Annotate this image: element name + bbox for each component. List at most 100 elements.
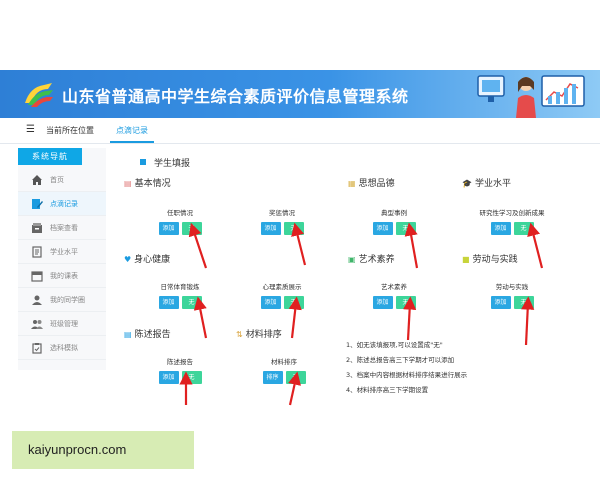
system-title: 山东省普通高中学生综合素质评价信息管理系统 — [62, 87, 409, 106]
field-label: 心理素质展示 — [262, 283, 302, 291]
none-button[interactable]: 无 — [181, 222, 202, 235]
sidebar-item-label: 首页 — [50, 176, 64, 184]
sidebar-item-schedule[interactable]: 我的课表 — [18, 264, 106, 288]
sidebar-item-course-selection[interactable]: 选科模拟 — [18, 336, 106, 360]
none-button[interactable]: 无 — [395, 222, 416, 235]
clipboard-icon — [32, 343, 42, 354]
tools-icon: ■ — [462, 255, 470, 264]
add-button[interactable]: 添加 — [372, 296, 393, 309]
calendar-icon — [31, 271, 43, 282]
sidebar-item-home[interactable]: 首页 — [18, 168, 106, 192]
field-exercise: 日常体育锻炼 添加无 — [142, 281, 218, 309]
field-label: 任职情况 — [167, 209, 193, 217]
add-button[interactable]: 添加 — [260, 296, 281, 309]
section-labor: ■ 劳动与实践 — [462, 252, 518, 265]
sidebar-item-label: 我的课表 — [50, 272, 78, 280]
section-report: ▤ 陈述报告 — [124, 327, 171, 340]
field-psychology: 心理素质展示 添加无 — [244, 281, 320, 309]
section-title: 艺术素养 — [358, 255, 395, 265]
sidebar-item-label: 班级管理 — [50, 320, 78, 328]
add-button[interactable]: 添加 — [158, 222, 179, 235]
watermark-text: kaiyunprocn.com — [28, 442, 127, 457]
instruction-item: 2、陈述总报告高三下学期才可以添加 — [346, 356, 455, 364]
watermark-banner: kaiyunprocn.com — [12, 431, 194, 469]
sort-icon: ⇅ — [236, 330, 243, 339]
field-label: 研究性学习及创新成果 — [479, 209, 545, 217]
add-button[interactable]: 添加 — [158, 296, 179, 309]
home-icon — [32, 175, 42, 185]
section-title: 劳动与实践 — [472, 255, 518, 265]
sort-button[interactable]: 排序 — [262, 371, 283, 384]
sidebar-item-label: 选科模拟 — [50, 344, 78, 352]
archive-icon — [32, 223, 42, 233]
add-button[interactable]: 添加 — [158, 371, 179, 384]
section-moral: ▦ 思想品德 — [348, 176, 395, 189]
sidebar-item-classmates[interactable]: 我的同学圈 — [18, 288, 106, 312]
image-icon: ▣ — [348, 255, 356, 264]
sidebar-header: 系统导航 — [18, 148, 82, 165]
section-title: 学业水平 — [474, 179, 511, 189]
section-health: ♥ 身心健康 — [124, 252, 170, 265]
section-art: ▣ 艺术素养 — [348, 252, 395, 265]
field-label: 劳动与实践 — [495, 283, 529, 291]
field-label: 材料排序 — [271, 358, 297, 366]
add-button[interactable]: 添加 — [260, 222, 281, 235]
sidebar-item-label: 学业水平 — [50, 248, 78, 256]
sidebar-item-label: 点滴记录 — [50, 200, 78, 208]
instructions-list: 1、如无该填报项,可以设置成"无" 2、陈述总报告高三下学期才可以添加 3、档案… — [346, 338, 467, 398]
field-report: 陈述报告 添加无 — [142, 356, 218, 384]
field-label: 奖惩情况 — [269, 209, 295, 217]
section-title: 陈述报告 — [134, 330, 171, 340]
field-label: 典型事例 — [381, 209, 407, 217]
breadcrumb-label: 当前所在位置 — [46, 126, 94, 135]
sidebar-item-class-management[interactable]: 班级管理 — [18, 312, 106, 336]
document-icon — [32, 246, 42, 258]
add-button[interactable]: 添加 — [490, 296, 511, 309]
field-label: 日常体育锻炼 — [160, 283, 200, 291]
field-materials: 材料排序 排序无 — [246, 356, 322, 384]
none-button[interactable]: 无 — [285, 371, 306, 384]
none-button[interactable]: 无 — [181, 296, 202, 309]
section-academic: 🎓 学业水平 — [462, 176, 511, 189]
instruction-item: 1、如无该填报项,可以设置成"无" — [346, 341, 443, 349]
field-typical-cases: 典型事例 添加无 — [356, 207, 432, 235]
section-title: 思想品德 — [358, 179, 395, 189]
sidebar-nav: 系统导航 首页 点滴记录 档案查看 学业水平 我的课表 我的同学圈 班级管理 选… — [18, 148, 106, 370]
instruction-item: 4、材料排序高三下学期设置 — [346, 386, 429, 394]
none-button[interactable]: 无 — [513, 296, 534, 309]
document-icon: ▤ — [124, 179, 132, 188]
page-title: 学生填报 — [140, 156, 190, 169]
report-icon: ▤ — [124, 330, 132, 339]
add-button[interactable]: 添加 — [490, 222, 511, 235]
menu-toggle-icon[interactable]: ☰ — [26, 124, 35, 135]
section-title: 身心健康 — [134, 255, 171, 265]
graduation-cap-icon: 🎓 — [462, 179, 472, 188]
section-basic: ▤ 基本情况 — [124, 176, 171, 189]
heart-icon: ♥ — [124, 255, 132, 264]
sidebar-item-archive[interactable]: 档案查看 — [18, 216, 106, 240]
none-button[interactable]: 无 — [283, 222, 304, 235]
section-title: 基本情况 — [134, 179, 171, 189]
arrow-annotation — [521, 296, 535, 346]
section-materials: ⇅ 材料排序 — [236, 327, 282, 340]
page-title-text: 学生填报 — [154, 159, 191, 169]
field-label: 艺术素养 — [381, 283, 407, 291]
field-research: 研究性学习及创新成果 添加无 — [468, 207, 556, 235]
field-labor: 劳动与实践 添加无 — [474, 281, 550, 309]
grid-icon: ▦ — [348, 179, 356, 188]
field-rewards: 奖惩情况 添加无 — [244, 207, 320, 235]
none-button[interactable]: 无 — [181, 371, 202, 384]
add-button[interactable]: 添加 — [372, 222, 393, 235]
instruction-item: 3、档案中内容根据材料排序结果进行展示 — [346, 371, 468, 379]
group-icon — [31, 320, 43, 329]
sidebar-item-label: 档案查看 — [50, 224, 78, 232]
sidebar-item-records[interactable]: 点滴记录 — [18, 192, 106, 216]
header-banner: 山东省普通高中学生综合素质评价信息管理系统 — [0, 70, 600, 118]
none-button[interactable]: 无 — [395, 296, 416, 309]
breadcrumb-current-tab[interactable]: 点滴记录 — [110, 120, 154, 143]
logo-icon — [25, 83, 53, 107]
sidebar-item-academic[interactable]: 学业水平 — [18, 240, 106, 264]
field-position: 任职情况 添加无 — [142, 207, 218, 235]
none-button[interactable]: 无 — [283, 296, 304, 309]
none-button[interactable]: 无 — [513, 222, 534, 235]
